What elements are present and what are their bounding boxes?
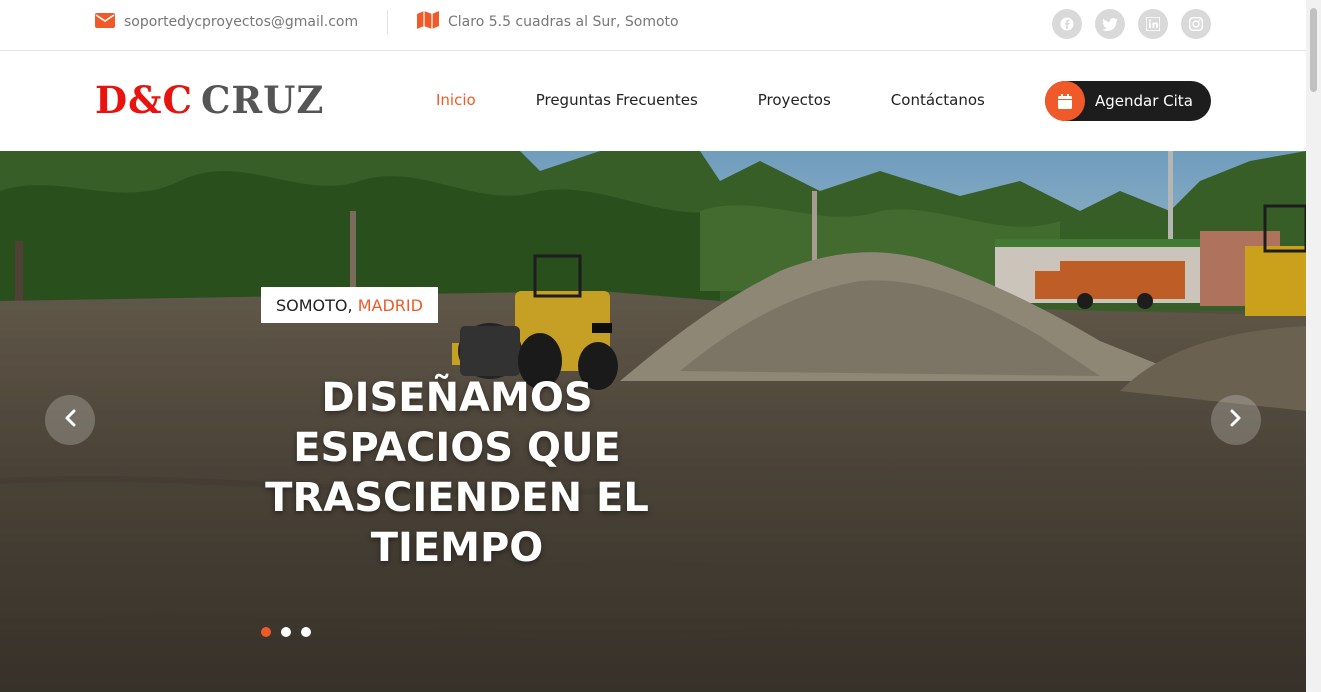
scrollbar-thumb[interactable] <box>1310 8 1317 92</box>
logo-part2: CRUZ <box>200 78 325 122</box>
social-links <box>1052 9 1211 39</box>
envelope-icon <box>95 12 115 32</box>
slider-prev-button[interactable] <box>45 395 95 445</box>
main-header: D&C CRUZ Inicio Preguntas Frecuentes Proy… <box>0 51 1306 151</box>
logo-part1: D&C <box>95 78 193 122</box>
contact-email[interactable]: soportedycproyectos@gmail.com <box>95 0 358 44</box>
hero-title-line-2: ESPACIOS QUE <box>293 425 621 471</box>
map-icon <box>417 11 439 33</box>
slider-next-button[interactable] <box>1211 395 1261 445</box>
address-text: Claro 5.5 cuadras al Sur, Somoto <box>448 14 679 30</box>
hero-title-line-3: TRASCIENDEN EL <box>265 475 649 521</box>
contact-address: Claro 5.5 cuadras al Sur, Somoto <box>417 0 679 44</box>
nav-item-contactanos[interactable]: Contáctanos <box>891 91 985 109</box>
nav-item-inicio[interactable]: Inicio <box>436 91 476 109</box>
logo[interactable]: D&C CRUZ <box>95 78 324 122</box>
twitter-icon[interactable] <box>1095 9 1125 39</box>
location-badge: SOMOTO, MADRID <box>261 287 438 323</box>
linkedin-icon[interactable] <box>1138 9 1168 39</box>
slider-dot-2[interactable] <box>281 627 291 637</box>
page-scrollbar[interactable] <box>1306 0 1321 692</box>
chevron-right-icon <box>1230 409 1242 431</box>
email-text: soportedycproyectos@gmail.com <box>124 14 359 30</box>
hero-title: DISEÑAMOS ESPACIOS QUE TRASCIENDEN EL TI… <box>257 373 657 573</box>
slider-dots <box>261 627 311 637</box>
slider-dot-1[interactable] <box>261 627 271 637</box>
facebook-icon[interactable] <box>1052 9 1082 39</box>
instagram-icon[interactable] <box>1181 9 1211 39</box>
main-nav: Inicio Preguntas Frecuentes Proyectos Co… <box>436 91 985 109</box>
top-bar: soportedycproyectos@gmail.com Claro 5.5 … <box>0 0 1306 51</box>
location-region: MADRID <box>357 295 423 315</box>
calendar-icon <box>1045 81 1085 121</box>
agendar-cita-label: Agendar Cita <box>1095 92 1193 110</box>
chevron-left-icon <box>64 409 76 431</box>
hero-slider: SOMOTO, MADRID DISEÑAMOS ESPACIOS QUE TR… <box>0 151 1306 692</box>
agendar-cita-button[interactable]: Agendar Cita <box>1045 81 1211 121</box>
location-city: SOMOTO, <box>276 295 353 315</box>
hero-title-line-1: DISEÑAMOS <box>321 375 593 421</box>
topbar-divider <box>387 10 388 34</box>
hero-title-line-4: TIEMPO <box>370 525 544 571</box>
nav-item-proyectos[interactable]: Proyectos <box>758 91 831 109</box>
nav-item-preguntas-frecuentes[interactable]: Preguntas Frecuentes <box>536 91 698 109</box>
slider-dot-3[interactable] <box>301 627 311 637</box>
